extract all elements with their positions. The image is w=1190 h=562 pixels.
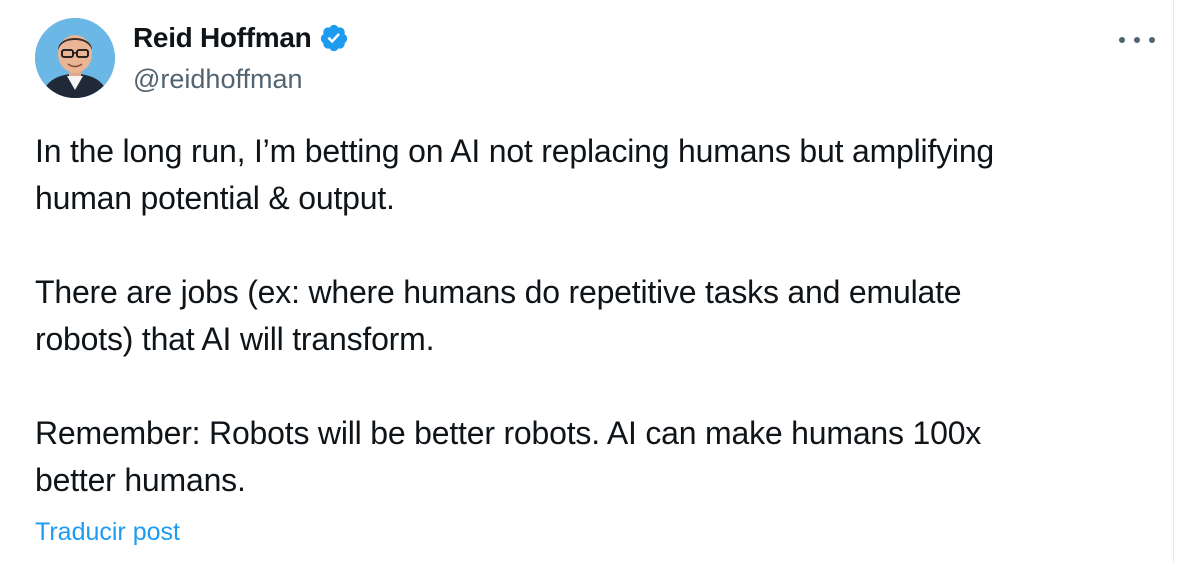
author-display-name[interactable]: Reid Hoffman: [133, 22, 312, 54]
author-handle[interactable]: @reidhoffman: [133, 64, 303, 95]
tweet-line: human potential & output.: [35, 180, 395, 216]
tweet-paragraph: There are jobs (ex: where humans do repe…: [35, 269, 1145, 363]
more-dot-icon: [1119, 37, 1125, 43]
more-options-icon[interactable]: [1119, 28, 1155, 52]
tweet-line: robots) that AI will transform.: [35, 321, 435, 357]
more-dot-icon: [1149, 37, 1155, 43]
tweet-line: In the long run, I’m betting on AI not r…: [35, 133, 995, 169]
translate-post-link[interactable]: Traducir post: [35, 518, 180, 547]
avatar[interactable]: [35, 18, 115, 98]
tweet-line: Remember: Robots will be better robots. …: [35, 415, 982, 451]
tweet-line: There are jobs (ex: where humans do repe…: [35, 274, 962, 310]
tweet-paragraph: In the long run, I’m betting on AI not r…: [35, 128, 1145, 222]
tweet-line: better humans.: [35, 462, 246, 498]
tweet-paragraph: Remember: Robots will be better robots. …: [35, 410, 1145, 504]
tweet-text: In the long run, I’m betting on AI not r…: [35, 128, 1145, 504]
verified-badge-icon[interactable]: [319, 23, 349, 53]
more-dot-icon: [1134, 37, 1140, 43]
tweet-card: Reid Hoffman @reidhoffman In the long ru…: [0, 0, 1174, 562]
author-row: Reid Hoffman: [133, 22, 349, 54]
